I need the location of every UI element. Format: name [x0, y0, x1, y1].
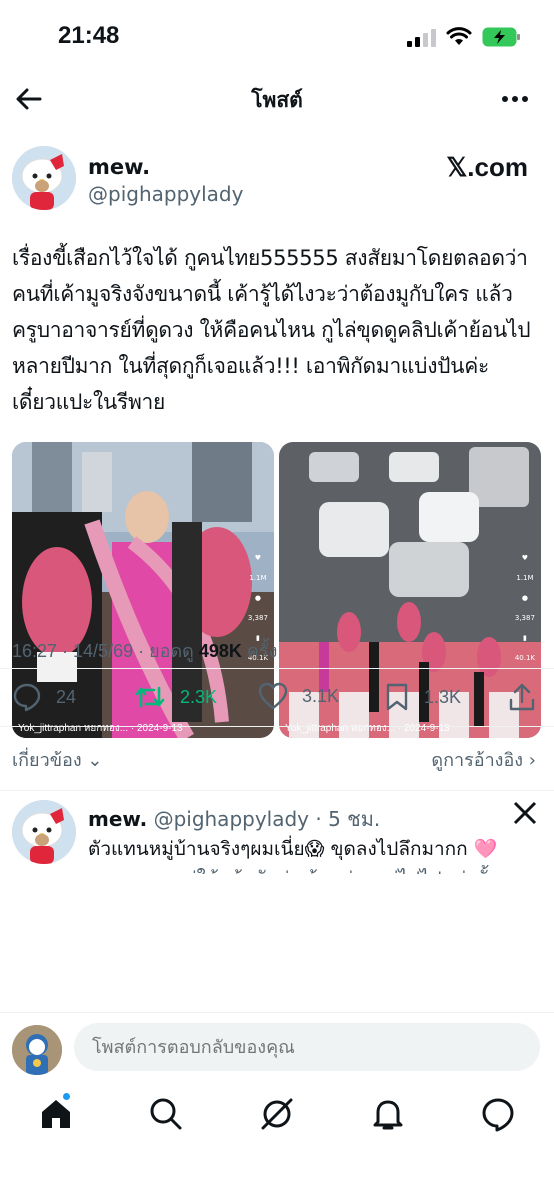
x-logo-label: 𝕏.com — [446, 152, 528, 182]
view-count: 498K — [198, 641, 242, 661]
related-toggle[interactable]: เกี่ยวข้อง ⌄ — [12, 745, 102, 774]
divider — [0, 726, 554, 727]
quotes-label: ดูการอ้างอิง — [431, 750, 524, 771]
page-title: โพสต์ — [251, 88, 303, 112]
bookmark-button[interactable]: 1.3K — [384, 682, 461, 712]
timestamp-text: 16:27 · 14/5/69 · ยอดดู — [12, 641, 194, 661]
reply-post[interactable]: mew. @pighappylady · 5 ชม. ตัวแทนหมู่บ้า… — [0, 800, 554, 1010]
status-icons — [407, 26, 522, 48]
reply-text-cut: เจอ... สงบอยู่ใช้แล้วดันว่าเจ้าแม่ยกอยู่… — [88, 864, 538, 874]
media-likes: 1.1M — [249, 574, 267, 582]
reply-author[interactable]: mew. @pighappylady · 5 ชม. — [88, 803, 380, 835]
action-bar: 24 2.3K 3.1K 1.3K — [0, 676, 554, 720]
avatar[interactable] — [12, 146, 76, 210]
display-name[interactable]: mew. — [88, 155, 150, 179]
reply-count: 24 — [56, 686, 77, 707]
reply-text: ตัวแทนหมู่บ้านจริงๆผมเนี่ย😱 ขุดลงไปลึกมา… — [88, 834, 538, 874]
repost-count: 2.3K — [180, 686, 218, 707]
media-likes: 1.1M — [516, 574, 534, 582]
divider — [0, 790, 554, 791]
divider — [0, 668, 554, 669]
cellular-signal-icon — [407, 27, 436, 47]
search-icon[interactable] — [148, 1096, 184, 1132]
bookmark-count: 1.3K — [424, 686, 462, 707]
heart-icon: ♥ — [254, 554, 262, 562]
media-caption: Yok_jittraphan หยกทอง... · 2024-9-13 — [18, 723, 183, 734]
media-caption: Yok_jittraphan หยกทอง... · 2024-9-13 — [285, 723, 450, 734]
grok-icon[interactable] — [259, 1096, 295, 1132]
comment-icon: ● — [254, 594, 261, 602]
bookmark-icon: ▮ — [522, 634, 527, 642]
post-text: เรื่องขี้เสือกไว้ใจได้ กูคนไทย555555 สงส… — [12, 246, 531, 414]
media-comments: 3,387 — [247, 614, 268, 622]
reply-input[interactable] — [74, 1023, 540, 1071]
media-saves: 40.1K — [514, 654, 535, 662]
current-user-avatar — [12, 1025, 62, 1075]
reply-button[interactable]: 24 — [12, 682, 76, 712]
comment-icon: ● — [521, 594, 528, 602]
chevron-right-icon: › — [528, 750, 536, 771]
view-quotes-link[interactable]: ดูการอ้างอิง › — [431, 745, 536, 774]
like-button[interactable]: 3.1K — [258, 682, 339, 710]
bottom-tab-bar — [0, 1082, 554, 1199]
related-label: เกี่ยวข้อง — [12, 750, 82, 771]
wifi-icon — [446, 27, 472, 45]
view-suffix: ครั้ง — [246, 641, 278, 661]
heart-icon: ♥ — [521, 554, 529, 562]
chevron-down-icon: ⌄ — [87, 750, 103, 771]
status-time: 21:48 — [58, 22, 120, 49]
compose-reply-bar — [0, 1012, 554, 1082]
status-bar: 21:48 — [0, 0, 554, 72]
notification-dot — [62, 1092, 71, 1101]
reply-text-line: ตัวแทนหมู่บ้านจริงๆผมเนี่ย😱 ขุดลงไปลึกมา… — [88, 838, 498, 860]
messages-icon[interactable] — [480, 1096, 516, 1132]
post-header: โพสต์ — [0, 72, 554, 124]
more-options-icon[interactable] — [500, 84, 530, 114]
handle[interactable]: @pighappylady — [88, 182, 243, 206]
battery-charging-icon — [482, 27, 520, 47]
reply-display-name: mew. — [88, 807, 148, 831]
avatar[interactable] — [12, 800, 76, 864]
home-icon[interactable] — [38, 1096, 74, 1132]
repost-icon — [135, 686, 165, 708]
bookmark-icon — [386, 683, 408, 711]
x-logo-icon — [513, 801, 537, 825]
heart-icon — [258, 682, 288, 710]
like-count: 3.1K — [302, 685, 340, 706]
reply-meta: @pighappylady · 5 ชม. — [153, 807, 381, 831]
post-timestamp: 16:27 · 14/5/69 · ยอดดู 498K ครั้ง — [12, 636, 277, 665]
media-comments: 3,387 — [514, 614, 535, 622]
repost-button[interactable]: 2.3K — [134, 682, 217, 712]
share-icon — [509, 683, 535, 711]
reply-icon — [13, 683, 41, 712]
media-stats-2: ♥ 1.1M ● 3,387 ▮ 40.1K — [515, 554, 535, 662]
bell-icon[interactable] — [370, 1096, 406, 1132]
share-button[interactable] — [508, 682, 536, 712]
